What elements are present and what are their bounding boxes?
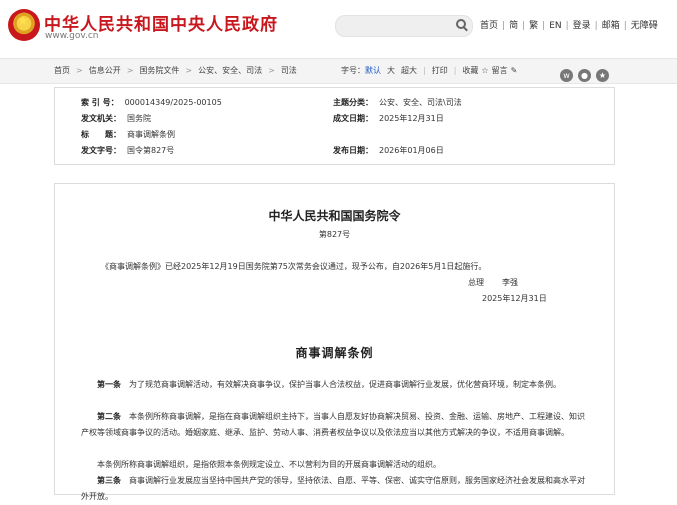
promulgation-paragraph: 《商事调解条例》已经2025年12月19日国务院第75次常务会议通过，现予公布，… bbox=[101, 262, 487, 271]
article-2: 第二条 本条例所称商事调解，是指在商事调解组织主持下，当事人自愿友好协商解决贸易… bbox=[81, 409, 589, 441]
meta-issuer: 发文机关： 国务院 bbox=[81, 114, 151, 123]
meta-doc-number: 发文字号： 国令第827号 bbox=[81, 146, 175, 155]
search-input[interactable] bbox=[335, 15, 473, 37]
font-large-button[interactable]: 大 bbox=[387, 66, 395, 75]
signer-name: 李强 bbox=[502, 278, 518, 287]
meta-category: 主题分类： 公安、安全、司法\司法 bbox=[333, 98, 462, 107]
breadcrumb: 首页 > 信息公开 > 国务院文件 > 公安、安全、司法 > 司法 bbox=[54, 66, 297, 75]
regulation-title: 商事调解条例 bbox=[295, 346, 374, 360]
article-1-text: 为了规范商事调解活动，有效解决商事争议，保护当事人合法权益，促进商事调解行业发展… bbox=[129, 380, 561, 389]
link-english[interactable]: EN bbox=[549, 21, 561, 31]
meta-published-date: 发布日期： 2026年01月06日 bbox=[333, 146, 444, 155]
link-accessibility[interactable]: 无障碍 bbox=[631, 21, 658, 31]
article-3: 第三条 商事调解行业发展应当坚持中国共产党的领导，坚持依法、自愿、平等、保密、诚… bbox=[81, 473, 589, 505]
top-links: 首页 | 简 | 繁 | EN | 登录 | 邮箱 | 无障碍 bbox=[480, 21, 658, 31]
print-button[interactable]: 打印 bbox=[432, 66, 448, 75]
site-url: www.gov.cn bbox=[45, 31, 99, 41]
document-meta: 索 引 号： 000014349/2025-00105 主题分类： 公安、安全、司法… bbox=[54, 87, 615, 165]
edit-icon[interactable]: ✎ bbox=[511, 66, 518, 75]
site-header: ★ 中华人民共和国中央人民政府 www.gov.cn 首页 | 简 | 繁 | EN | 登录 |… bbox=[0, 0, 677, 54]
article-3-text: 商事调解行业发展应当坚持中国共产党的领导，坚持依法、自愿、平等、保密、诚实守信原… bbox=[81, 476, 585, 501]
breadcrumb-state-council-docs[interactable]: 国务院文件 bbox=[139, 66, 179, 75]
font-default-button[interactable]: 默认 bbox=[365, 66, 381, 75]
breadcrumb-home[interactable]: 首页 bbox=[54, 66, 70, 75]
font-xlarge-button[interactable]: 超大 bbox=[401, 66, 417, 75]
national-emblem-icon: ★ bbox=[8, 9, 40, 41]
link-traditional[interactable]: 繁 bbox=[529, 21, 538, 31]
article-2-paragraph-2: 本条例所称商事调解组织，是指依照本条例规定设立、不以营利为目的开展商事调解活动的… bbox=[97, 460, 441, 469]
font-size-label: 字号： bbox=[341, 66, 365, 75]
meta-created-date: 成文日期： 2025年12月31日 bbox=[333, 114, 444, 123]
breadcrumb-bar: 首页 > 信息公开 > 国务院文件 > 公安、安全、司法 > 司法 字号：默认大超大 | 打印 | 收藏… bbox=[0, 58, 677, 84]
meta-index: 索 引 号： 000014349/2025-00105 bbox=[81, 98, 222, 107]
link-mailbox[interactable]: 邮箱 bbox=[602, 21, 620, 31]
page-tools: 字号：默认大超大 | 打印 | 收藏 ☆ 留言 ✎ bbox=[341, 66, 518, 75]
star-icon[interactable]: ☆ bbox=[481, 66, 488, 75]
weibo-icon[interactable]: w bbox=[560, 69, 573, 82]
search-icon[interactable] bbox=[456, 19, 466, 29]
link-simplified[interactable]: 简 bbox=[509, 21, 518, 31]
favorite-button[interactable]: 收藏 bbox=[462, 66, 478, 75]
article-1-label: 第一条 bbox=[97, 380, 121, 389]
article-1: 第一条 为了规范商事调解活动，有效解决商事争议，保护当事人合法权益，促进商事调解… bbox=[81, 377, 589, 393]
link-home[interactable]: 首页 bbox=[480, 21, 498, 31]
comment-button[interactable]: 留言 bbox=[492, 66, 508, 75]
breadcrumb-info-disclosure[interactable]: 信息公开 bbox=[89, 66, 121, 75]
link-login[interactable]: 登录 bbox=[573, 21, 591, 31]
signer-title: 总理 bbox=[468, 278, 484, 287]
meta-title: 标 题： 商事调解条例 bbox=[81, 130, 175, 139]
document-body: 中华人民共和国国务院令 第827号 《商事调解条例》已经2025年12月19日国… bbox=[54, 183, 615, 501]
signer: 总理 李强 bbox=[468, 275, 518, 291]
article-2-text: 本条例所称商事调解，是指在商事调解组织主持下，当事人自愿友好协商解决贸易、投资、… bbox=[81, 412, 585, 437]
order-title: 中华人民共和国国务院令 bbox=[268, 209, 401, 223]
sign-date: 2025年12月31日 bbox=[482, 294, 547, 303]
qzone-icon[interactable]: ★ bbox=[596, 69, 609, 82]
wechat-icon[interactable]: ● bbox=[578, 69, 591, 82]
share-icons: w ● ★ bbox=[560, 63, 614, 82]
breadcrumb-justice[interactable]: 司法 bbox=[281, 66, 297, 75]
order-number: 第827号 bbox=[318, 230, 351, 239]
article-2-label: 第二条 bbox=[97, 412, 121, 421]
breadcrumb-public-security[interactable]: 公安、安全、司法 bbox=[198, 66, 262, 75]
